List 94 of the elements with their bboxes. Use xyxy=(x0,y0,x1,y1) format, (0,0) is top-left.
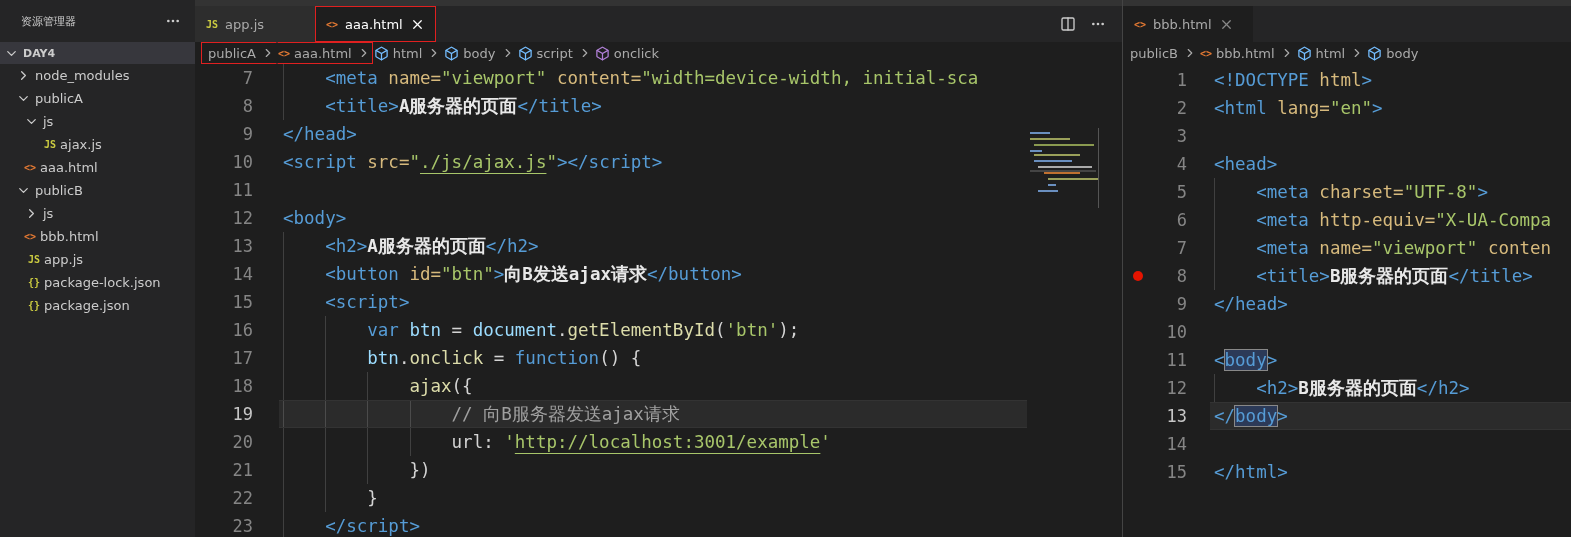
line-number: 20 xyxy=(232,432,253,452)
code-line: <head> xyxy=(1214,154,1278,174)
breadcrumb-item[interactable]: script xyxy=(516,42,594,64)
line-number: 9 xyxy=(1176,294,1187,314)
line-number: 1 xyxy=(1176,70,1187,90)
code-line: <script> xyxy=(324,292,410,312)
line-number: 5 xyxy=(1176,182,1187,202)
cube-icon xyxy=(594,45,610,61)
code-line: </script> xyxy=(324,516,420,536)
code-line: <html lang="en"> xyxy=(1214,98,1383,118)
line-number: 13 xyxy=(232,236,253,256)
cube-icon xyxy=(517,45,533,61)
code-line: <button id="btn">向B发送ajax请求</button> xyxy=(324,263,742,286)
file-tree-item[interactable]: publicA xyxy=(0,87,195,110)
code-line: <title>B服务器的页面</title> xyxy=(1255,265,1533,288)
file-tree-item[interactable]: {} package.json xyxy=(0,294,195,317)
file-tree-item[interactable]: JS app.js xyxy=(0,248,195,271)
file-tree-item[interactable]: js xyxy=(0,110,195,133)
line-number: 18 xyxy=(232,376,253,396)
split-editor-icon[interactable] xyxy=(1060,16,1076,32)
cube-icon xyxy=(373,45,389,61)
code-line: <meta name="viewport" conten xyxy=(1255,238,1552,258)
line-number: 9 xyxy=(242,124,253,144)
line-number: 8 xyxy=(1176,266,1187,286)
editor-tab[interactable]: <> aaa.html xyxy=(315,6,436,42)
file-tree-item[interactable]: <> bbb.html xyxy=(0,225,195,248)
line-number: 15 xyxy=(232,292,253,312)
line-number: 11 xyxy=(232,180,253,200)
line-number: 14 xyxy=(232,264,253,284)
line-number: 6 xyxy=(1176,210,1187,230)
code-line: <h2>A服务器的页面</h2> xyxy=(324,235,539,258)
breadcrumb-item[interactable]: html xyxy=(372,42,444,64)
code-line: <meta charset="UTF-8"> xyxy=(1255,182,1488,202)
code-line: <!DOCTYPE html> xyxy=(1214,70,1373,90)
line-number: 3 xyxy=(1176,126,1187,146)
code-line: ajax({ xyxy=(408,376,473,396)
line-number: 23 xyxy=(232,516,253,536)
line-number: 11 xyxy=(1166,350,1187,370)
file-tree-item[interactable]: {} package-lock.json xyxy=(0,271,195,294)
code-line: <script src="./js/ajax.js"></script> xyxy=(283,152,663,172)
line-number: 22 xyxy=(232,488,253,508)
code-line: </head> xyxy=(283,124,357,144)
line-number: 14 xyxy=(1166,434,1187,454)
file-tree-item[interactable]: <> aaa.html xyxy=(0,156,195,179)
code-line: var btn = document.getElementById('btn'); xyxy=(366,320,800,340)
code-line: url: 'http://localhost:3001/example' xyxy=(450,432,831,452)
sidebar-title: 资源管理器 xyxy=(21,13,76,29)
code-line: <body> xyxy=(1214,350,1278,370)
code-line: </html> xyxy=(1214,462,1288,482)
code-line: <meta name="viewport" content="width=device-width, initial-sca xyxy=(324,68,979,88)
breakpoint-dot[interactable] xyxy=(1133,271,1143,281)
code-line: </head> xyxy=(1214,294,1288,314)
cube-icon xyxy=(444,45,460,61)
breadcrumb-item[interactable]: html xyxy=(1295,42,1367,64)
code-line: <meta http-equiv="X-UA-Compa xyxy=(1255,210,1552,230)
cube-icon xyxy=(1296,45,1312,61)
editor-tab[interactable]: <> bbb.html xyxy=(1123,6,1253,42)
line-number: 19 xyxy=(232,404,253,424)
code-line: <title>A服务器的页面</title> xyxy=(324,95,602,118)
code-line: <body> xyxy=(283,208,347,228)
breadcrumb-item[interactable]: body xyxy=(1366,42,1420,64)
line-number: 12 xyxy=(1166,378,1187,398)
line-number: 21 xyxy=(232,460,253,480)
line-number: 2 xyxy=(1176,98,1187,118)
line-number: 16 xyxy=(232,320,253,340)
line-number: 15 xyxy=(1166,462,1187,482)
line-number: 17 xyxy=(232,348,253,368)
code-line: } xyxy=(366,488,378,508)
line-number: 4 xyxy=(1176,154,1187,174)
breadcrumb-item[interactable]: onclick xyxy=(593,42,660,64)
code-line: // 向B服务器发送ajax请求 xyxy=(450,403,680,426)
breadcrumb-item[interactable]: body xyxy=(443,42,517,64)
line-number: 8 xyxy=(242,96,253,116)
line-number: 13 xyxy=(1166,406,1187,426)
code-line: <h2>B服务器的页面</h2> xyxy=(1255,377,1470,400)
breadcrumb-item[interactable]: publicB xyxy=(1129,42,1200,64)
line-number: 10 xyxy=(1166,322,1187,342)
workspace-root[interactable]: DAY4 xyxy=(0,42,195,64)
breadcrumb-item[interactable]: publicA xyxy=(201,42,277,64)
breadcrumb-item[interactable]: <> bbb.html xyxy=(1199,42,1296,64)
cube-icon xyxy=(1367,45,1383,61)
code-line: </body> xyxy=(1214,406,1288,426)
file-tree-item[interactable]: JS ajax.js xyxy=(0,133,195,156)
file-tree-item[interactable]: node_modules xyxy=(0,64,195,87)
editor-tab[interactable]: JS app.js xyxy=(195,6,315,42)
breadcrumb-item[interactable]: <> aaa.html xyxy=(277,42,373,64)
file-tree-item[interactable]: js xyxy=(0,202,195,225)
code-line: }) xyxy=(408,460,431,480)
file-tree-item[interactable]: publicB xyxy=(0,179,195,202)
line-number: 7 xyxy=(1176,238,1187,258)
line-number: 7 xyxy=(242,68,253,88)
code-line: btn.onclick = function() { xyxy=(366,348,642,368)
line-number: 12 xyxy=(232,208,253,228)
line-number: 10 xyxy=(232,152,253,172)
